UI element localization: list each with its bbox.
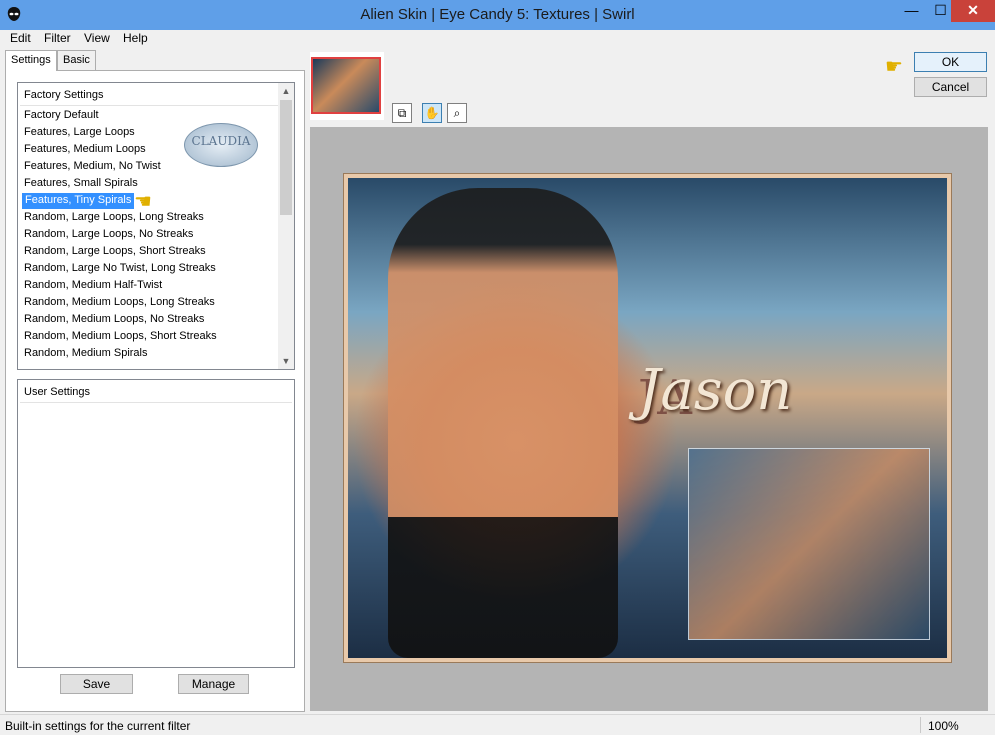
factory-settings-header: Factory Settings [24,89,104,101]
close-icon[interactable]: ✕ [951,0,995,22]
scroll-thumb[interactable] [280,100,292,215]
list-item[interactable]: Features, Medium, No Twist [24,159,161,175]
status-text: Built-in settings for the current filter [5,719,191,733]
zoom-level: 100% [928,719,959,733]
list-item[interactable]: Random, Medium Loops, Short Streaks [24,329,217,345]
menu-view[interactable]: View [84,31,110,45]
list-item[interactable]: Random, Medium Half-Twist [24,278,162,294]
cancel-button[interactable]: Cancel [914,77,987,97]
save-button[interactable]: Save [60,674,133,694]
user-settings-list[interactable]: User Settings [17,379,295,668]
hand-tool-icon[interactable]: ✋ [422,103,442,123]
list-item[interactable]: Features, Small Spirals [24,176,138,192]
list-item[interactable]: Random, Medium Loops, No Streaks [24,312,204,328]
picture-cube [688,448,930,640]
header-divider [20,105,292,106]
scroll-up-icon[interactable]: ▲ [278,83,294,99]
title-bar: Alien Skin | Eye Candy 5: Textures | Swi… [0,0,995,31]
jason-script-title: Jason [638,358,793,423]
list-item[interactable]: Random, Medium Spirals [24,346,148,362]
menu-filter[interactable]: Filter [44,31,71,45]
settings-panel: Factory Settings Factory Default Feature… [5,70,305,712]
claudia-watermark-logo: CLAUDIA [184,123,258,167]
zoom-tool-icon[interactable]: ⌕ [447,103,467,123]
status-divider [920,717,921,733]
factory-list-scrollbar[interactable]: ▲ ▼ [278,83,294,369]
list-item[interactable]: Factory Default [24,108,99,124]
pointing-hand-icon: ☛ [885,56,903,78]
scroll-down-icon[interactable]: ▼ [278,353,294,369]
list-item[interactable]: Random, Large Loops, No Streaks [24,227,193,243]
toggle-preview-icon[interactable]: ⧉ [392,103,412,123]
menu-bar: Edit Filter View Help [0,30,995,48]
header-divider [20,402,292,403]
preview-image: JA Jason [348,178,947,658]
preview-navigator[interactable] [310,52,384,120]
list-item[interactable]: Features, Medium Loops [24,142,146,158]
ok-button[interactable]: OK [914,52,987,72]
user-settings-header: User Settings [24,386,91,398]
pointing-hand-icon: ☚ [134,191,152,213]
man-figure [388,188,618,658]
minimize-icon[interactable]: — [897,0,926,22]
list-item-selected[interactable]: Features, Tiny Spirals [22,193,135,209]
list-item[interactable]: Random, Large Loops, Long Streaks [24,210,204,226]
tab-basic[interactable]: Basic [57,50,96,70]
menu-help[interactable]: Help [123,31,148,45]
list-item[interactable]: Random, Large Loops, Short Streaks [24,244,206,260]
list-item[interactable]: Random, Medium Loops, Long Streaks [24,295,215,311]
manage-button[interactable]: Manage [178,674,249,694]
tab-settings[interactable]: Settings [5,50,57,71]
preview-thumbnail[interactable] [311,57,381,114]
factory-settings-list[interactable]: Factory Settings Factory Default Feature… [17,82,295,370]
status-bar: Built-in settings for the current filter… [0,714,995,735]
preview-image-frame: JA Jason [343,173,952,663]
window-title: Alien Skin | Eye Candy 5: Textures | Swi… [360,6,635,23]
menu-edit[interactable]: Edit [10,31,31,45]
list-item[interactable]: Random, Large No Twist, Long Streaks [24,261,216,277]
list-item[interactable]: Features, Large Loops [24,125,135,141]
